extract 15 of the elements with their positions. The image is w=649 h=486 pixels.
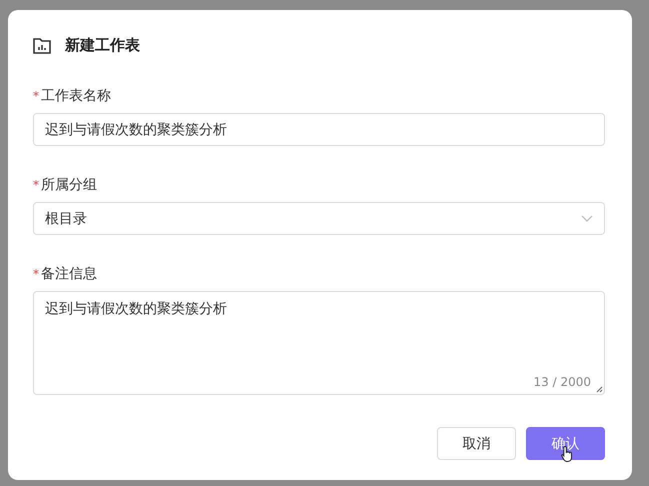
confirm-button[interactable]: 确认: [526, 427, 605, 460]
char-counter: 13 / 2000: [534, 375, 591, 389]
required-mark: *: [33, 89, 39, 103]
dialog-title: 新建工作表: [65, 36, 140, 55]
required-mark: *: [33, 267, 39, 281]
field-label: 所属分组: [41, 176, 97, 194]
name-field[interactable]: 迟到与请假次数的聚类簇分析: [33, 113, 605, 146]
field-label: 备注信息: [41, 265, 97, 283]
cancel-button[interactable]: 取消: [437, 427, 516, 460]
field-label: 工作表名称: [41, 87, 111, 105]
required-mark: *: [33, 178, 39, 192]
resize-grip-icon: [596, 386, 603, 393]
chevron-down-icon: [581, 215, 593, 222]
group-select[interactable]: 根目录: [33, 202, 605, 235]
folder-chart-icon: [33, 38, 51, 54]
